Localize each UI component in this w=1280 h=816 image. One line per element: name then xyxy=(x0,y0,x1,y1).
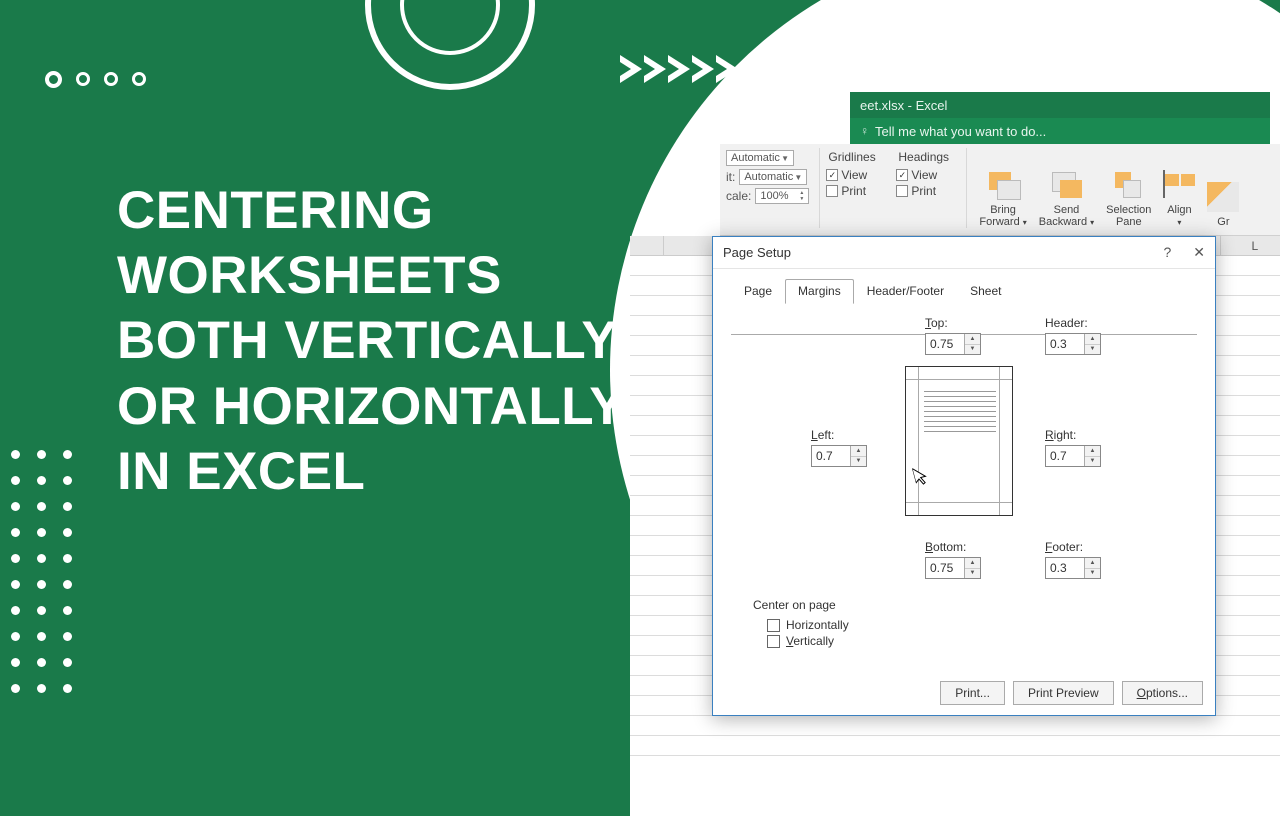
tab-header-footer[interactable]: Header/Footer xyxy=(854,279,957,304)
center-horizontally-checkbox[interactable]: Horizontally xyxy=(767,618,849,632)
width-select[interactable]: Automatic▼ xyxy=(726,150,794,166)
margin-right-group: Right: 0.7 ▲▼ xyxy=(1045,428,1101,467)
send-backward-icon xyxy=(1050,170,1082,200)
tab-page[interactable]: Page xyxy=(731,279,785,304)
dialog-tabs: Page Margins Header/Footer Sheet xyxy=(731,279,1203,304)
align-button[interactable]: Align▾ xyxy=(1157,150,1201,230)
margins-pane: Top: 0.75 ▲▼ Header: 0.3 ▲▼ Left: xyxy=(725,316,1203,646)
ribbon-arrange-group: BringForward ▾ SendBackward ▾ SelectionP… xyxy=(967,148,1255,228)
bulb-icon: ♀ xyxy=(860,124,869,138)
spin-up-icon[interactable]: ▲ xyxy=(965,334,980,345)
app-title-bar: eet.xlsx - Excel xyxy=(850,92,1270,118)
chevron-down-icon: ▼ xyxy=(781,154,789,163)
margin-top-group: Top: 0.75 ▲▼ xyxy=(925,316,981,355)
group-icon xyxy=(1207,182,1239,212)
margin-bottom-group: Bottom: 0.75 ▲▼ xyxy=(925,540,981,579)
selection-pane-icon xyxy=(1113,170,1145,200)
headings-view-checkbox[interactable]: ✓View xyxy=(896,168,954,182)
send-backward-button[interactable]: SendBackward ▾ xyxy=(1033,150,1100,230)
margin-header-spinner[interactable]: 0.3 ▲▼ xyxy=(1045,333,1101,355)
close-button[interactable]: ✕ xyxy=(1193,244,1205,261)
margin-header-group: Header: 0.3 ▲▼ xyxy=(1045,316,1101,355)
dialog-title: Page Setup xyxy=(723,245,791,260)
bring-forward-icon xyxy=(987,170,1019,200)
app-filename: eet.xlsx - Excel xyxy=(860,98,947,113)
headings-label: Headings xyxy=(898,150,956,164)
deco-circles xyxy=(45,72,146,88)
margin-left-group: Left: 0.7 ▲▼ xyxy=(811,428,867,467)
print-button[interactable]: Print... xyxy=(940,681,1005,705)
options-button[interactable]: Options... xyxy=(1122,681,1203,705)
center-on-page-group: Center on page Horizontally Vertically xyxy=(753,598,849,650)
gridlines-view-checkbox[interactable]: ✓View xyxy=(826,168,884,182)
tell-me-text: Tell me what you want to do... xyxy=(875,124,1046,139)
tab-sheet[interactable]: Sheet xyxy=(957,279,1014,304)
gridlines-label: Gridlines xyxy=(828,150,886,164)
bring-forward-button[interactable]: BringForward ▾ xyxy=(973,150,1032,230)
ribbon-scale-group: Automatic▼ it: Automatic▼ cale: 100% ▲▼ xyxy=(720,148,820,228)
hero-title: CENTERINGWORKSHEETSBOTH VERTICALLYOR HOR… xyxy=(117,178,625,504)
margin-footer-group: Footer: 0.3 ▲▼ xyxy=(1045,540,1101,579)
margin-right-spinner[interactable]: 0.7 ▲▼ xyxy=(1045,445,1101,467)
margin-left-spinner[interactable]: 0.7 ▲▼ xyxy=(811,445,867,467)
page-preview xyxy=(905,366,1013,516)
spin-down-icon[interactable]: ▼ xyxy=(965,345,980,355)
selection-pane-button[interactable]: SelectionPane xyxy=(1100,150,1157,230)
help-button[interactable]: ? xyxy=(1163,244,1171,261)
ribbon: Automatic▼ it: Automatic▼ cale: 100% ▲▼ … xyxy=(720,144,1280,236)
align-icon xyxy=(1163,170,1195,200)
margin-bottom-spinner[interactable]: 0.75 ▲▼ xyxy=(925,557,981,579)
chevron-down-icon: ▼ xyxy=(794,173,802,182)
page-setup-dialog: Page Setup ? ✕ Page Margins Header/Foote… xyxy=(712,236,1216,716)
col-L[interactable]: L xyxy=(1221,236,1280,255)
deco-dots xyxy=(0,450,72,710)
margin-footer-spinner[interactable]: 0.3 ▲▼ xyxy=(1045,557,1101,579)
group-button[interactable]: Gr xyxy=(1201,150,1245,230)
dialog-buttons: Print... Print Preview Options... xyxy=(940,681,1203,705)
headings-print-checkbox[interactable]: Print xyxy=(896,184,954,198)
deco-chevrons xyxy=(620,55,738,83)
center-on-page-label: Center on page xyxy=(753,598,849,612)
excel-screenshot: eet.xlsx - Excel ♀ Tell me what you want… xyxy=(640,80,1280,720)
ribbon-sheet-options: Gridlines Headings ✓View ✓View Print Pri… xyxy=(820,148,967,228)
center-vertically-checkbox[interactable]: Vertically xyxy=(767,634,849,648)
height-select[interactable]: Automatic▼ xyxy=(739,169,807,185)
margin-top-spinner[interactable]: 0.75 ▲▼ xyxy=(925,333,981,355)
scale-spinner[interactable]: 100% ▲▼ xyxy=(755,188,809,204)
gridlines-print-checkbox[interactable]: Print xyxy=(826,184,884,198)
tell-me-bar[interactable]: ♀ Tell me what you want to do... xyxy=(850,118,1270,144)
tab-margins[interactable]: Margins xyxy=(785,279,854,304)
print-preview-button[interactable]: Print Preview xyxy=(1013,681,1114,705)
dialog-title-bar: Page Setup ? ✕ xyxy=(713,237,1215,269)
